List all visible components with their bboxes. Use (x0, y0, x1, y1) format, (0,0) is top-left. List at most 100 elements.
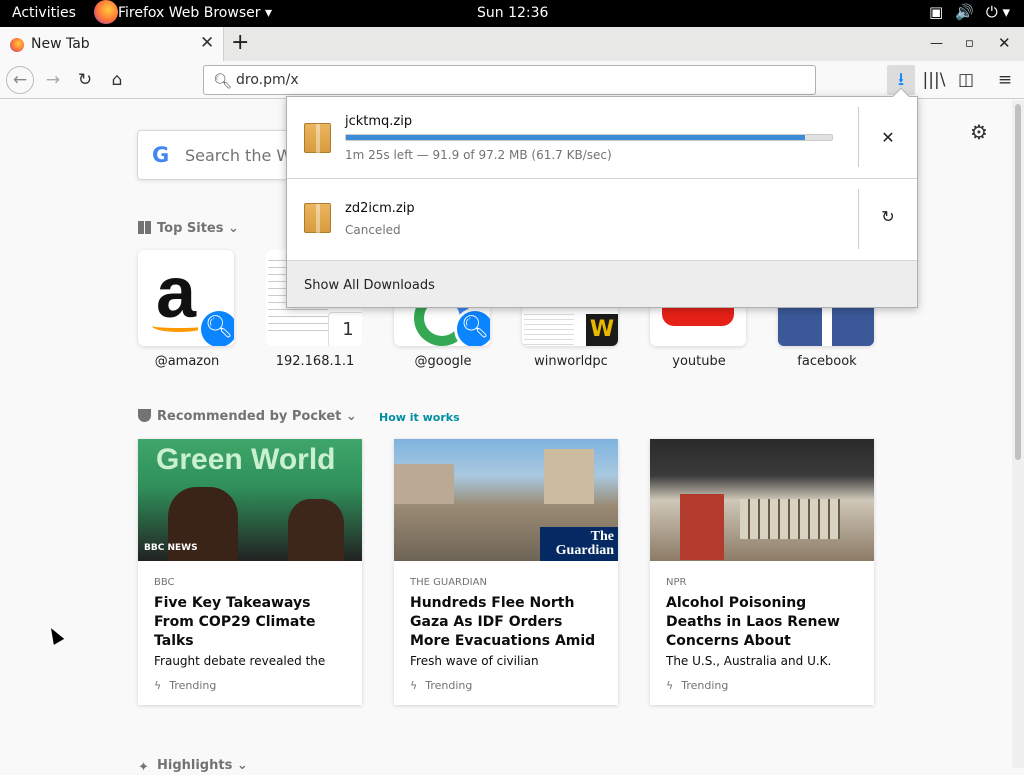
download-filename: jcktmq.zip (345, 114, 413, 129)
pocket-heading[interactable]: Recommended by Pocket ⌄ (138, 409, 357, 424)
show-all-downloads-button[interactable]: Show All Downloads (287, 260, 917, 307)
download-status: 1m 25s left — 91.9 of 97.2 MB (61.7 KB/s… (345, 148, 612, 162)
tab-new-tab[interactable]: New Tab ✕ (0, 27, 224, 61)
top-site-label: 192.168.1.1 (275, 354, 355, 369)
highlights-label: Highlights (157, 758, 233, 773)
amazon-logo-icon: a 🔍︎ (138, 250, 234, 346)
card-image: Green World BBC NEWS (138, 439, 362, 561)
card-source: THE GUARDIAN (410, 577, 487, 588)
bbc-news-logo: BBC NEWS (144, 543, 198, 553)
tab-bar: New Tab ✕ + — ▫ ✕ (0, 27, 1024, 61)
show-all-downloads-label: Show All Downloads (304, 278, 435, 293)
downloads-panel: jcktmq.zip 1m 25s left — 91.9 of 97.2 MB… (286, 87, 918, 308)
bolt-icon: ϟ (666, 679, 674, 692)
library-icon[interactable]: |||\ (921, 67, 947, 93)
close-window-button[interactable]: ✕ (998, 34, 1011, 52)
top-sites-label: Top Sites (157, 221, 224, 236)
download-progress-fill (346, 135, 806, 140)
bolt-icon: ϟ (154, 679, 162, 692)
bolt-icon: ϟ (410, 679, 418, 692)
maximize-button[interactable]: ▫ (965, 36, 974, 51)
close-tab-icon[interactable]: ✕ (200, 33, 214, 53)
trending-label: Trending (681, 679, 729, 692)
pocket-card[interactable]: The Guardian THE GUARDIAN Hundreds Flee … (394, 439, 618, 705)
highlights-icon: ✦ (138, 760, 149, 775)
volume-icon: 🔊 (955, 3, 974, 21)
menu-icon[interactable]: ≡ (992, 67, 1018, 93)
card-title: Hundreds Flee North Gaza As IDF Orders M… (410, 595, 596, 649)
trending-label: Trending (425, 679, 473, 692)
card-description: The U.S., Australia and U.K. (666, 654, 832, 668)
gear-icon[interactable]: ⚙ (970, 120, 988, 144)
tab-label: New Tab (31, 36, 90, 52)
trending-indicator: ϟ Trending (154, 679, 216, 692)
power-icon: ⏻ ▾ (985, 3, 1010, 21)
top-sites-heading[interactable]: Top Sites ⌄ (138, 221, 239, 236)
new-tab-button[interactable]: + (231, 30, 249, 55)
gnome-topbar: Activities Firefox Web Browser ▾ Sun 12:… (0, 0, 1024, 27)
scrollbar[interactable] (1012, 100, 1024, 768)
top-site-label: winworldpc (534, 354, 608, 369)
top-site-amazon[interactable]: a 🔍︎ @amazon (138, 250, 236, 369)
navigation-toolbar: ← → ↻ ⌂ 🔍︎ ⭳ |||\ ◫ ≡ (0, 61, 1024, 99)
card-title: Five Key Takeaways From COP29 Climate Ta… (154, 595, 316, 649)
download-status: Canceled (345, 223, 401, 237)
back-button[interactable]: ← (6, 66, 34, 94)
top-site-label: youtube (672, 354, 726, 369)
top-site-label: @amazon (154, 354, 220, 369)
top-site-label: @google (414, 354, 472, 369)
top-site-label: facebook (797, 354, 857, 369)
minimize-button[interactable]: — (930, 36, 943, 51)
divider (858, 107, 859, 167)
card-description: Fresh wave of civilian (410, 654, 539, 668)
card-source: NPR (666, 577, 687, 588)
trending-indicator: ϟ Trending (410, 679, 472, 692)
scrollbar-thumb[interactable] (1015, 104, 1021, 460)
highlights-heading[interactable]: ✦ Highlights ⌄ (138, 758, 248, 775)
google-icon: G (152, 143, 170, 167)
network-icon: ▣ (928, 3, 944, 21)
zip-file-icon (304, 123, 331, 154)
trending-label: Trending (169, 679, 217, 692)
grid-icon (138, 221, 151, 234)
cancel-download-button[interactable]: ✕ (875, 128, 901, 147)
sidebar-icon[interactable]: ◫ (953, 67, 979, 93)
card-description: Fraught debate revealed the (154, 654, 326, 668)
download-item[interactable]: zd2icm.zip Canceled ↻ (287, 179, 917, 261)
search-placeholder: Search the W (185, 146, 293, 165)
card-source: BBC (154, 577, 175, 588)
download-progress-bar (345, 134, 833, 141)
how-it-works-link[interactable]: How it works (379, 411, 460, 424)
home-button[interactable]: ⌂ (104, 67, 130, 93)
card-image: The Guardian (394, 439, 618, 561)
clock[interactable]: Sun 12:36 (477, 5, 548, 21)
firefox-icon (94, 0, 118, 24)
pocket-card[interactable]: Green World BBC NEWS BBC Five Key Takeaw… (138, 439, 362, 705)
firefox-favicon-icon (10, 38, 24, 52)
divider (858, 189, 859, 249)
download-item[interactable]: jcktmq.zip 1m 25s left — 91.9 of 97.2 MB… (287, 97, 917, 179)
app-menu-label: Firefox Web Browser ▾ (118, 5, 272, 21)
search-box[interactable]: G Search the W (137, 130, 297, 180)
card-image (650, 439, 874, 561)
trending-indicator: ϟ Trending (666, 679, 728, 692)
pocket-card[interactable]: NPR Alcohol Poisoning Deaths in Laos Ren… (650, 439, 874, 705)
retry-download-button[interactable]: ↻ (875, 207, 901, 226)
card-title: Alcohol Poisoning Deaths in Laos Renew C… (666, 595, 840, 649)
zip-file-icon (304, 203, 331, 234)
download-filename: zd2icm.zip (345, 201, 415, 216)
reload-button[interactable]: ↻ (72, 67, 98, 93)
pocket-icon (138, 409, 151, 422)
app-menu[interactable]: Firefox Web Browser ▾ (94, 0, 272, 24)
activities-button[interactable]: Activities (12, 5, 76, 21)
forward-button[interactable]: → (40, 67, 66, 93)
system-tray[interactable]: ▣ 🔊 ⏻ ▾ (929, 3, 1010, 21)
mouse-cursor (45, 625, 65, 645)
search-icon: 🔍︎ (213, 72, 233, 90)
search-shortcut-icon: 🔍︎ (454, 308, 490, 346)
url-input[interactable] (236, 71, 796, 89)
search-shortcut-icon: 🔍︎ (198, 308, 234, 346)
card-image-text: Green World (156, 443, 336, 476)
guardian-logo: The Guardian (540, 527, 618, 561)
url-bar[interactable]: 🔍︎ (203, 65, 816, 95)
